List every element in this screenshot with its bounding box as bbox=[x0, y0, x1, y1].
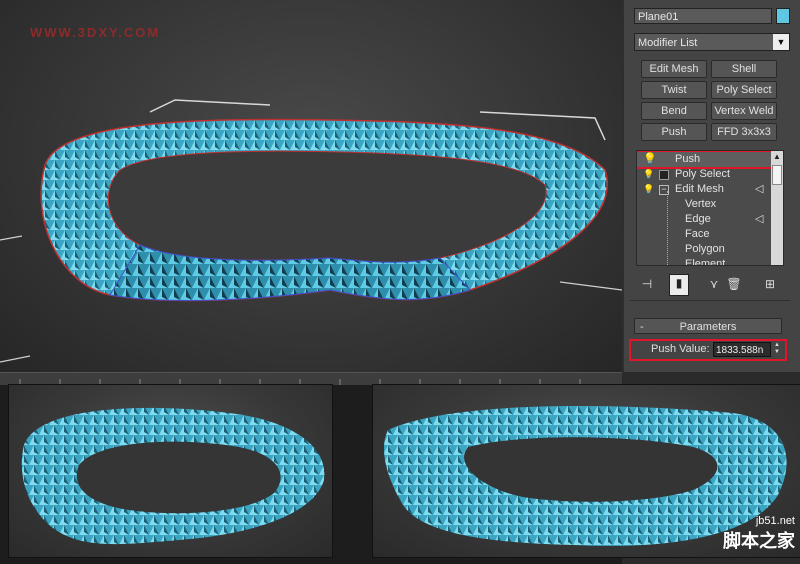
stack-item-label: Edit Mesh bbox=[675, 183, 724, 195]
poly-select-button[interactable]: Poly Select bbox=[711, 81, 777, 99]
sub-object-vertex[interactable]: Vertex bbox=[637, 197, 771, 212]
pin-stack-icon[interactable]: ⊣ bbox=[639, 276, 655, 292]
watermark-top: WWW.3DXY.COM bbox=[30, 25, 161, 40]
main-viewport[interactable]: WWW.3DXY.COM bbox=[0, 0, 622, 372]
stack-item-label: Push bbox=[675, 153, 701, 165]
sub-object-label: Vertex bbox=[685, 198, 717, 210]
render-preview-right: jb51.net 脚本之家 bbox=[372, 384, 800, 558]
mobius-render-left bbox=[21, 407, 325, 545]
sub-object-label: Face bbox=[685, 228, 710, 240]
twist-button[interactable]: Twist bbox=[641, 81, 707, 99]
remove-modifier-icon[interactable]: 🗑 bbox=[726, 276, 742, 292]
render-preview-left bbox=[8, 384, 333, 558]
modifier-list-label: Modifier List bbox=[638, 37, 698, 49]
chevron-down-icon: ▼ bbox=[773, 34, 789, 50]
mobius-mesh-render bbox=[0, 99, 622, 363]
sub-object-polygon[interactable]: Polygon bbox=[637, 242, 771, 257]
sub-object-face[interactable]: Face bbox=[637, 227, 771, 242]
scroll-up-icon[interactable]: ▲ bbox=[771, 151, 783, 163]
make-unique-icon[interactable]: ⋎ bbox=[706, 276, 722, 292]
modifier-stack: 💡 Push 💡 Poly Select 💡 − Edit Mesh ◁ Ver… bbox=[636, 150, 784, 266]
stack-item-poly-select[interactable]: 💡 Poly Select bbox=[637, 167, 771, 182]
vertex-weld-button[interactable]: Vertex Weld bbox=[711, 102, 777, 120]
triangle-icon: ◁ bbox=[755, 213, 764, 225]
watermark-name: 脚本之家 bbox=[723, 531, 795, 551]
stack-item-edit-mesh[interactable]: 💡 − Edit Mesh ◁ bbox=[637, 182, 771, 197]
configure-sets-icon[interactable]: ⊞ bbox=[762, 276, 778, 292]
sub-object-edge[interactable]: Edge ◁ bbox=[637, 212, 771, 227]
stack-scrollbar[interactable]: ▲ bbox=[771, 151, 783, 265]
ffd-3x3x3-button[interactable]: FFD 3x3x3 bbox=[711, 123, 777, 141]
sub-object-label: Polygon bbox=[685, 243, 725, 255]
parameters-rollout-header[interactable]: - Parameters bbox=[634, 318, 782, 334]
show-end-result-icon[interactable]: ▮ bbox=[669, 274, 689, 296]
edit-mesh-button[interactable]: Edit Mesh bbox=[641, 60, 707, 78]
parameters-title: Parameters bbox=[679, 321, 737, 333]
push-value-row: Push Value: 1833.588n ▲ ▼ bbox=[629, 339, 787, 361]
stack-item-label: Poly Select bbox=[675, 168, 731, 180]
bulb-icon: 💡 bbox=[643, 184, 655, 194]
watermark-site: jb51.net bbox=[755, 515, 795, 527]
push-value-label: Push Value: bbox=[651, 343, 710, 355]
modifier-list-dropdown[interactable]: Modifier List ▼ bbox=[634, 33, 790, 51]
object-name-field[interactable]: Plane01 bbox=[634, 8, 772, 24]
push-button[interactable]: Push bbox=[641, 123, 707, 141]
bulb-icon: 💡 bbox=[643, 169, 655, 179]
bend-button[interactable]: Bend bbox=[641, 102, 707, 120]
sub-object-label: Element bbox=[685, 258, 726, 266]
stack-item-push[interactable]: 💡 Push bbox=[637, 151, 783, 169]
scroll-thumb[interactable] bbox=[772, 165, 782, 185]
object-color-swatch[interactable] bbox=[776, 8, 790, 24]
sub-object-label: Edge bbox=[685, 213, 711, 225]
expand-icon[interactable] bbox=[659, 170, 669, 180]
panel-divider bbox=[630, 300, 790, 301]
collapse-icon: - bbox=[640, 321, 644, 333]
watermark-bottom: jb51.net 脚本之家 bbox=[723, 515, 795, 553]
sub-object-element[interactable]: Element bbox=[637, 257, 771, 266]
spinner-icon[interactable]: ▲ ▼ bbox=[772, 342, 782, 357]
push-value-field[interactable]: 1833.588n bbox=[713, 342, 771, 357]
triangle-icon: ◁ bbox=[755, 183, 764, 195]
bulb-icon: 💡 bbox=[643, 153, 657, 165]
tree-line bbox=[667, 191, 669, 265]
shell-button[interactable]: Shell bbox=[711, 60, 777, 78]
